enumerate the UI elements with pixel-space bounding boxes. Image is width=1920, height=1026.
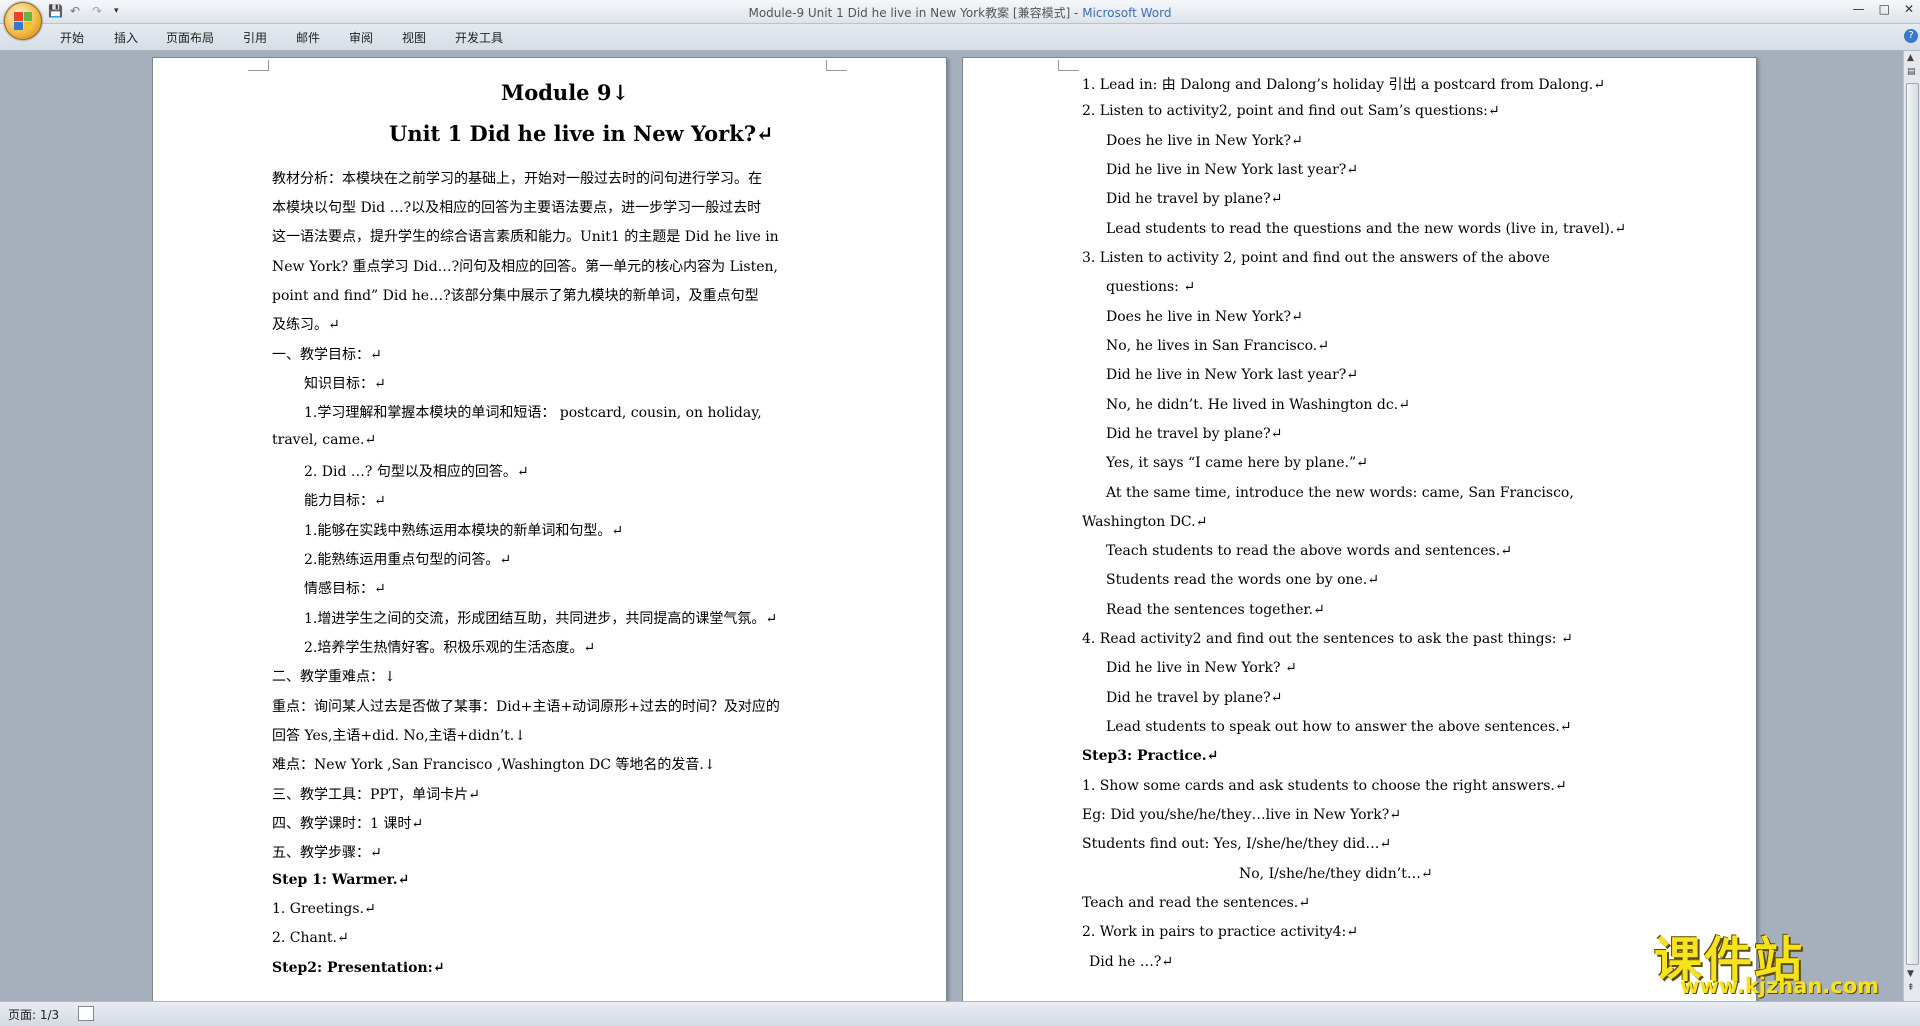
tab-insert[interactable]: 插入 — [114, 29, 138, 46]
text-line: point and find” Did he…?该部分集中展示了第九模块的新单词… — [272, 288, 759, 304]
text-line: Did he …?↵ — [1089, 954, 1174, 970]
text-line: Students find out: Yes, I/she/he/they di… — [1082, 836, 1392, 852]
status-bar: 页面: 1/3 — [0, 1001, 1920, 1026]
text-line: 能力目标：↵ — [304, 493, 386, 509]
text-line: 3. Listen to activity 2, point and find … — [1082, 250, 1551, 266]
close-button[interactable]: ✕ — [1904, 2, 1914, 16]
doc-title-module: Module 9↓ — [501, 80, 630, 105]
text-line: 知识目标：↵ — [304, 376, 386, 392]
text-line: Teach students to read the above words a… — [1106, 543, 1512, 559]
text-line: Washington DC.↵ — [1082, 514, 1208, 530]
text-line: 2.培养学生热情好客。积极乐观的生活态度。↵ — [304, 640, 596, 656]
app-name: Microsoft Word — [1082, 6, 1172, 20]
text-line: Did he live in New York last year?↵ — [1106, 162, 1359, 178]
text-line: No, I/she/he/they didn’t…↵ — [1239, 866, 1433, 882]
text-line: Did he travel by plane?↵ — [1106, 690, 1283, 706]
text-line: Students read the words one by one.↵ — [1106, 572, 1379, 588]
crop-mark — [826, 60, 847, 71]
text-line: 1. Greetings.↵ — [272, 901, 376, 917]
text-line: 4. Read activity2 and find out the sente… — [1082, 631, 1573, 647]
text-line: 2. Did …? 句型以及相应的回答。↵ — [304, 464, 529, 480]
text-line: questions: ↵ — [1106, 279, 1196, 295]
text-line: Read the sentences together.↵ — [1106, 602, 1325, 618]
text-line: Did he live in New York last year?↵ — [1106, 367, 1359, 383]
text-line: 1.学习理解和掌握本模块的单词和短语： postcard, cousin, on… — [304, 405, 762, 421]
text-line: Did he live in New York? ↵ — [1106, 660, 1297, 676]
text-line: 教材分析：本模块在之前学习的基础上，开始对一般过去时的问句进行学习。在 — [272, 171, 762, 187]
text-line: travel, came.↵ — [272, 432, 377, 448]
text-line: New York? 重点学习 Did…?问句及相应的回答。第一单元的核心内容为 … — [272, 259, 778, 275]
watermark-logo: 课件站 www.kjzhan.com — [1654, 920, 1904, 998]
section-heading: 四、教学课时：1 课时↵ — [272, 816, 424, 832]
text-line: No, he didn’t. He lived in Washington dc… — [1106, 397, 1410, 413]
tab-view[interactable]: 视图 — [402, 29, 426, 46]
watermark-url: www.kjzhan.com — [1680, 974, 1880, 998]
tab-references[interactable]: 引用 — [243, 29, 267, 46]
scrollbar-thumb[interactable] — [1906, 83, 1919, 965]
page-counter[interactable]: 页面: 1/3 — [8, 1006, 59, 1023]
office-logo-icon — [14, 12, 32, 30]
text-line: 难点：New York ,San Francisco ,Washington D… — [272, 757, 716, 773]
window-title: Module-9 Unit 1 Did he live in New York教… — [0, 4, 1920, 21]
text-line: 重点：询问某人过去是否做了某事：Did+主语+动词原形+过去的时间？及对应的 — [272, 699, 780, 715]
step-heading: Step3: Practice.↵ — [1082, 748, 1219, 764]
text-line: Did he travel by plane?↵ — [1106, 191, 1283, 207]
proofing-icon[interactable] — [78, 1006, 94, 1021]
document-title: Module-9 Unit 1 Did he live in New York教… — [748, 6, 1083, 20]
ribbon-tabs: 开始 插入 页面布局 引用 邮件 审阅 视图 开发工具 ? — [0, 24, 1920, 51]
tab-mailings[interactable]: 邮件 — [296, 29, 320, 46]
section-heading: 三、教学工具：PPT，单词卡片↵ — [272, 787, 480, 803]
text-line: Does he live in New York?↵ — [1106, 309, 1303, 325]
text-line: 回答 Yes,主语+did. No,主语+didn’t.↓ — [272, 728, 526, 744]
vertical-scrollbar[interactable]: ▲ ▤ ▼ ⇞ — [1903, 51, 1920, 1001]
text-line: 2.能熟练运用重点句型的问答。↵ — [304, 552, 512, 568]
tab-developer[interactable]: 开发工具 — [455, 29, 503, 46]
section-heading: 一、教学目标：↵ — [272, 347, 382, 363]
section-heading: 五、教学步骤：↵ — [272, 845, 382, 861]
tab-review[interactable]: 审阅 — [349, 29, 373, 46]
text-line: 1.能够在实践中熟练运用本模块的新单词和句型。↵ — [304, 523, 624, 539]
doc-title-unit: Unit 1 Did he live in New York?↵ — [389, 121, 774, 146]
text-line: No, he lives in San Francisco.↵ — [1106, 338, 1329, 354]
text-line: 2. Work in pairs to practice activity4:↵ — [1082, 924, 1358, 940]
section-heading: 二、教学重难点：↓ — [272, 669, 396, 685]
crop-mark — [1058, 60, 1079, 71]
text-line: 情感目标：↵ — [304, 581, 386, 597]
text-line: 本模块以句型 Did …?以及相应的回答为主要语法要点，进一步学习一般过去时 — [272, 200, 762, 216]
tab-home[interactable]: 开始 — [60, 29, 84, 46]
scroll-up-icon[interactable]: ▲ — [1907, 53, 1914, 63]
maximize-button[interactable]: □ — [1879, 2, 1890, 16]
text-line: 2. Chant.↵ — [272, 930, 349, 946]
text-line: Lead students to speak out how to answer… — [1106, 719, 1572, 735]
text-line: Did he travel by plane?↵ — [1106, 426, 1283, 442]
scroll-down-icon[interactable]: ▼ — [1907, 969, 1914, 979]
text-line: Eg: Did you/she/he/they…live in New York… — [1082, 807, 1401, 823]
tab-page-layout[interactable]: 页面布局 — [166, 29, 214, 46]
text-line: At the same time, introduce the new word… — [1106, 485, 1574, 501]
minimize-button[interactable]: — — [1853, 2, 1865, 16]
ruler-toggle-icon[interactable]: ▤ — [1907, 67, 1916, 77]
text-line: Does he live in New York?↵ — [1106, 133, 1303, 149]
document-workspace: Module 9↓ Unit 1 Did he live in New York… — [0, 51, 1904, 1001]
text-line: 2. Listen to activity2, point and find o… — [1082, 103, 1500, 119]
text-line: 1. Lead in: 由 Dalong and Dalong’s holida… — [1082, 77, 1605, 93]
page-2[interactable]: 1. Lead in: 由 Dalong and Dalong’s holida… — [962, 57, 1757, 1001]
text-line: 1. Show some cards and ask students to c… — [1082, 778, 1567, 794]
text-line: 及练习。↵ — [272, 317, 340, 333]
office-button[interactable] — [4, 2, 42, 40]
text-line: 1.增进学生之间的交流，形成团结互助，共同进步，共同提高的课堂气氛。↵ — [304, 611, 778, 627]
text-line: Yes, it says “I came here by plane.”↵ — [1106, 455, 1368, 471]
page-1[interactable]: Module 9↓ Unit 1 Did he live in New York… — [152, 57, 947, 1001]
title-bar: 💾 ↶ ↷ ▾ Module-9 Unit 1 Did he live in N… — [0, 0, 1920, 24]
previous-page-icon[interactable]: ⇞ — [1907, 983, 1915, 993]
crop-mark — [248, 60, 269, 71]
text-line: 这一语法要点，提升学生的综合语言素质和能力。Unit1 的主题是 Did he … — [272, 229, 779, 245]
step-heading: Step 1: Warmer.↵ — [272, 872, 410, 888]
text-line: Teach and read the sentences.↵ — [1082, 895, 1310, 911]
window-controls: — □ ✕ — [1853, 2, 1914, 16]
text-line: Lead students to read the questions and … — [1106, 221, 1626, 237]
help-icon[interactable]: ? — [1904, 29, 1918, 43]
step-heading: Step2: Presentation:↵ — [272, 960, 445, 976]
